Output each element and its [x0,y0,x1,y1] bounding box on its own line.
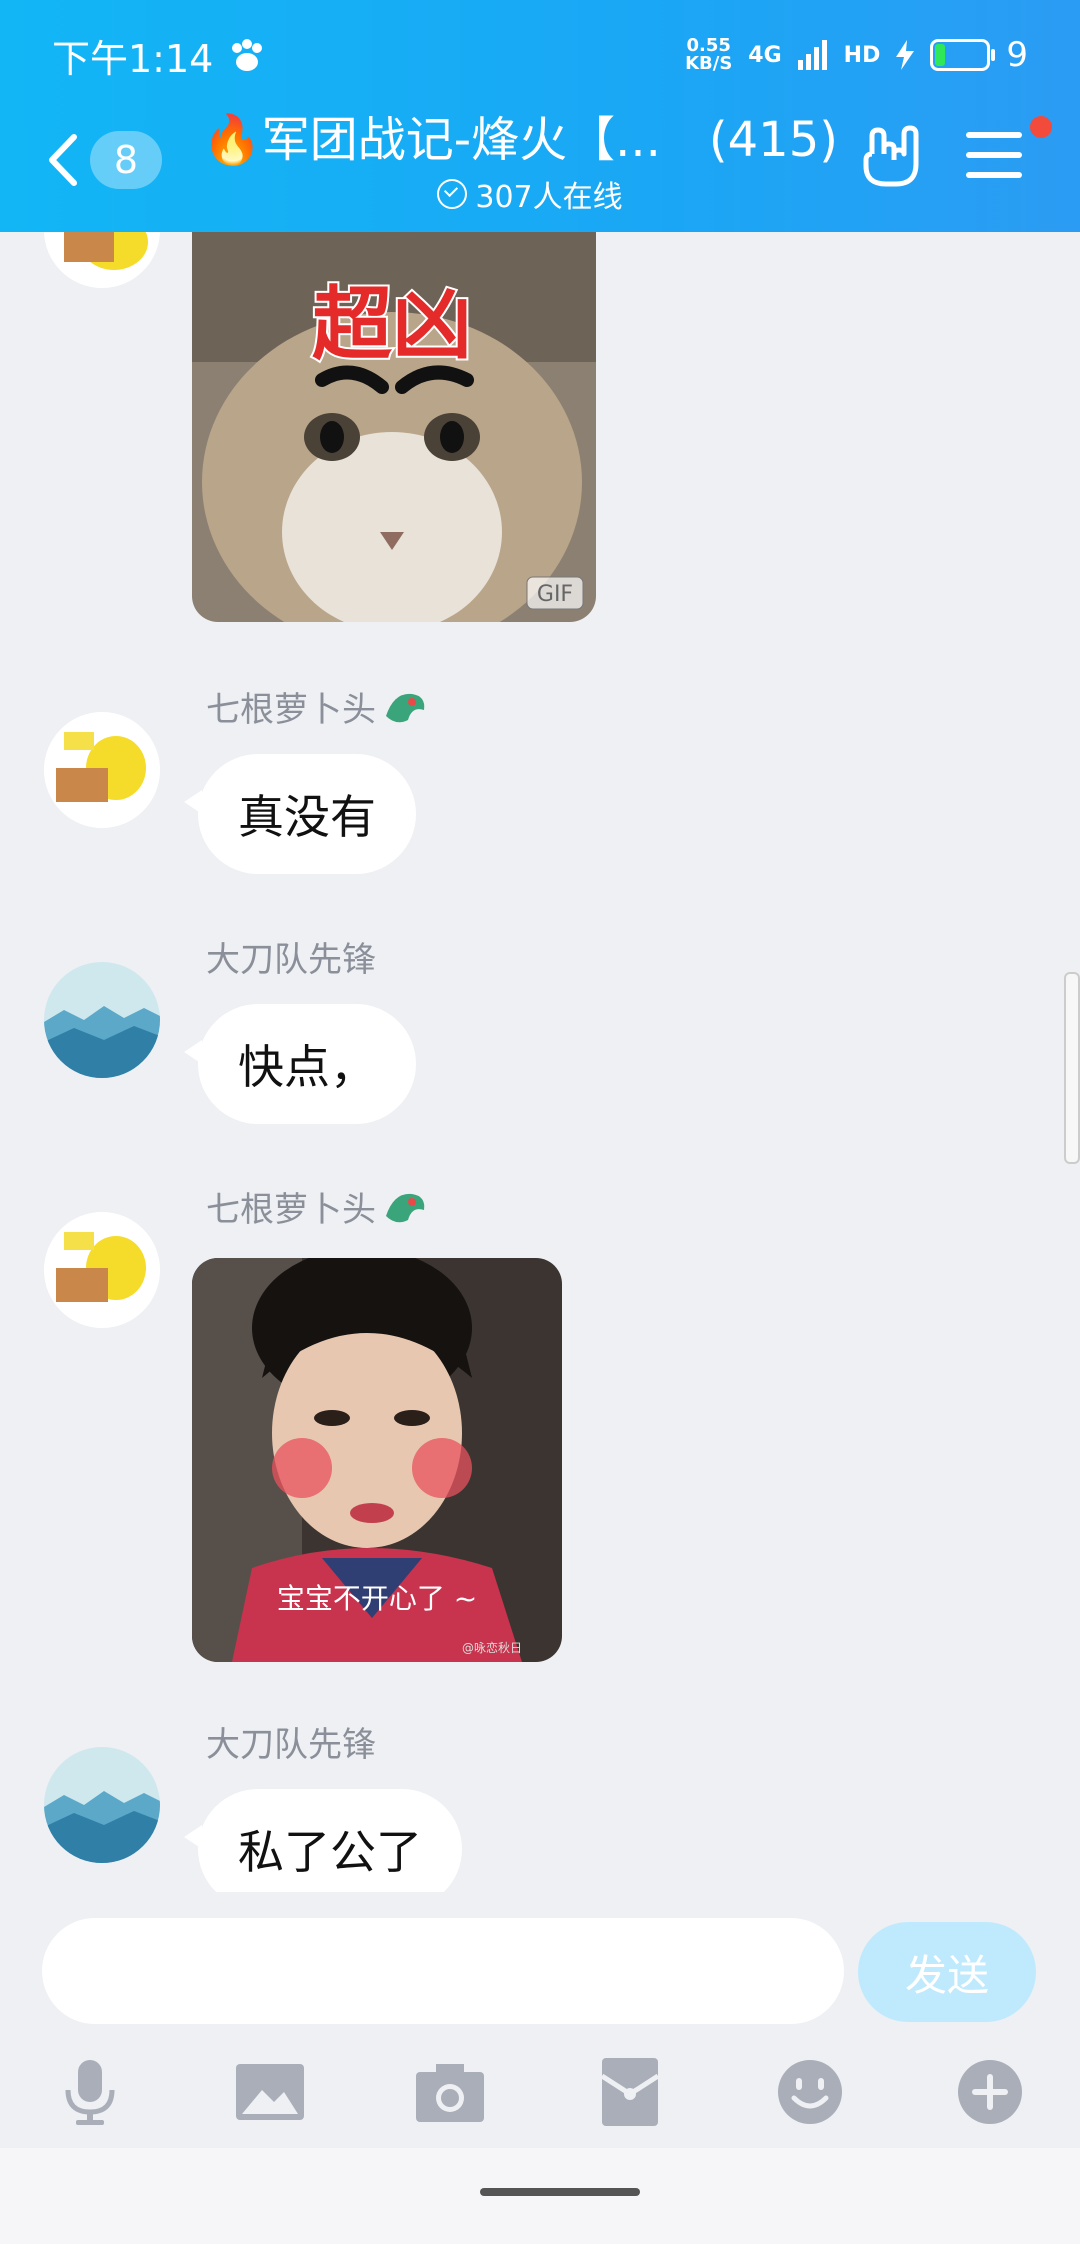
battery-level: 9 [1006,35,1028,75]
online-count: 307人在线 [380,172,680,216]
home-indicator[interactable] [480,2188,640,2196]
network-type: 4G [748,42,782,68]
group-title[interactable]: 🔥军团战记-烽火【... (415) [200,110,840,170]
paw-icon [232,39,263,71]
unread-badge: 8 [90,131,162,189]
sender-name: 大刀队先锋 [206,1725,376,1765]
dragon-badge-icon [386,1193,425,1222]
status-time: 下午1:14 [52,36,214,81]
app-header: 下午1:14 0.55 KB/S 4G HD 9 8 🔥军团战记-烽火【... … [0,0,1080,232]
message-bubble[interactable]: 私了公了 [184,1789,462,1892]
plus-icon[interactable] [954,2056,1026,2128]
avatar[interactable] [44,232,160,288]
send-button[interactable]: 发送 [858,1922,1036,2022]
emoji-icon[interactable] [774,2056,846,2128]
girl-sticker-image: 宝宝不开心了 ~ @咏恋秋日 [192,1258,562,1662]
dragon-badge-icon [386,693,425,722]
hand-gesture-icon[interactable] [858,124,924,190]
message-input[interactable] [42,1918,844,2024]
message-bubble[interactable]: 真没有 [184,754,416,874]
message-bubble[interactable]: 快点， [184,1004,416,1124]
svg-text:GIF: GIF [537,582,573,607]
online-status-icon [437,179,468,209]
sender-name: 七根萝卜头 [206,1182,428,1231]
network-speed: 0.55 KB/S [685,35,733,74]
battery-icon [930,39,996,71]
composer: 发送 [0,1892,1080,2152]
red-packet-icon[interactable] [594,2056,666,2128]
nav-bar: 8 🔥军团战记-烽火【... (415) 307人在线 [0,110,1080,230]
toolbar [0,2056,1080,2136]
svg-text:@咏恋秋日: @咏恋秋日 [462,1640,522,1655]
hd-indicator: HD [843,42,881,68]
signal-icon [797,40,827,70]
avatar[interactable] [44,1212,160,1328]
image-message[interactable]: 宝宝不开心了 ~ @咏恋秋日 [192,1258,562,1662]
sender-name: 大刀队先锋 [206,940,376,980]
scrollbar[interactable] [1064,972,1080,1164]
image-icon[interactable] [234,2056,306,2128]
chat-list[interactable]: 超凶 GIF 七根萝卜头 真没有 大刀队先锋 快点， 七根萝卜头 宝宝不开心了 … [0,232,1080,1892]
notification-dot [1030,116,1052,138]
menu-icon[interactable] [966,132,1022,182]
avatar[interactable] [44,712,160,828]
system-nav-bar [0,2148,1080,2244]
back-button[interactable]: 8 [44,120,164,200]
svg-text:宝宝不开心了 ~: 宝宝不开心了 ~ [277,1582,477,1615]
sender-name: 七根萝卜头 [206,682,428,731]
avatar[interactable] [44,1747,160,1863]
microphone-icon[interactable] [54,2056,126,2128]
avatar[interactable] [44,962,160,1078]
camera-icon[interactable] [414,2056,486,2128]
chevron-left-icon [49,134,77,186]
svg-text:超凶: 超凶 [312,278,472,371]
charging-icon [896,40,915,70]
cat-sticker-image: 超凶 GIF [192,232,596,622]
status-bar: 下午1:14 0.55 KB/S 4G HD 9 [52,30,1028,81]
gif-message[interactable]: 超凶 GIF [192,232,596,622]
